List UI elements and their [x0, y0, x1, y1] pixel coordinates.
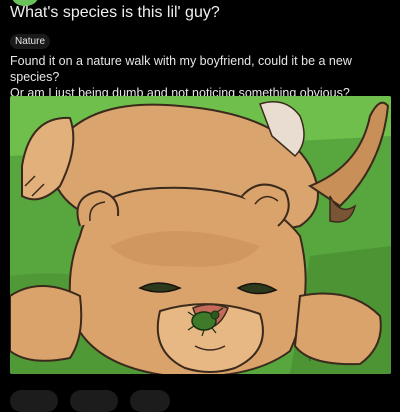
post-body-line-1: Found it on a nature walk with my boyfri…: [10, 54, 352, 84]
post-image[interactable]: [10, 96, 391, 374]
share-button[interactable]: [130, 390, 170, 412]
comments-button[interactable]: [70, 390, 118, 412]
post-action-bar: [10, 390, 390, 412]
vote-button[interactable]: [10, 390, 58, 412]
post-flair[interactable]: Nature: [10, 34, 51, 49]
post-title[interactable]: What's species is this lil' guy?: [10, 4, 220, 22]
post-body: Found it on a nature walk with my boyfri…: [10, 53, 395, 101]
post-card[interactable]: What's species is this lil' guy? Nature …: [0, 0, 400, 412]
lion-cub-illustration: [10, 96, 391, 374]
